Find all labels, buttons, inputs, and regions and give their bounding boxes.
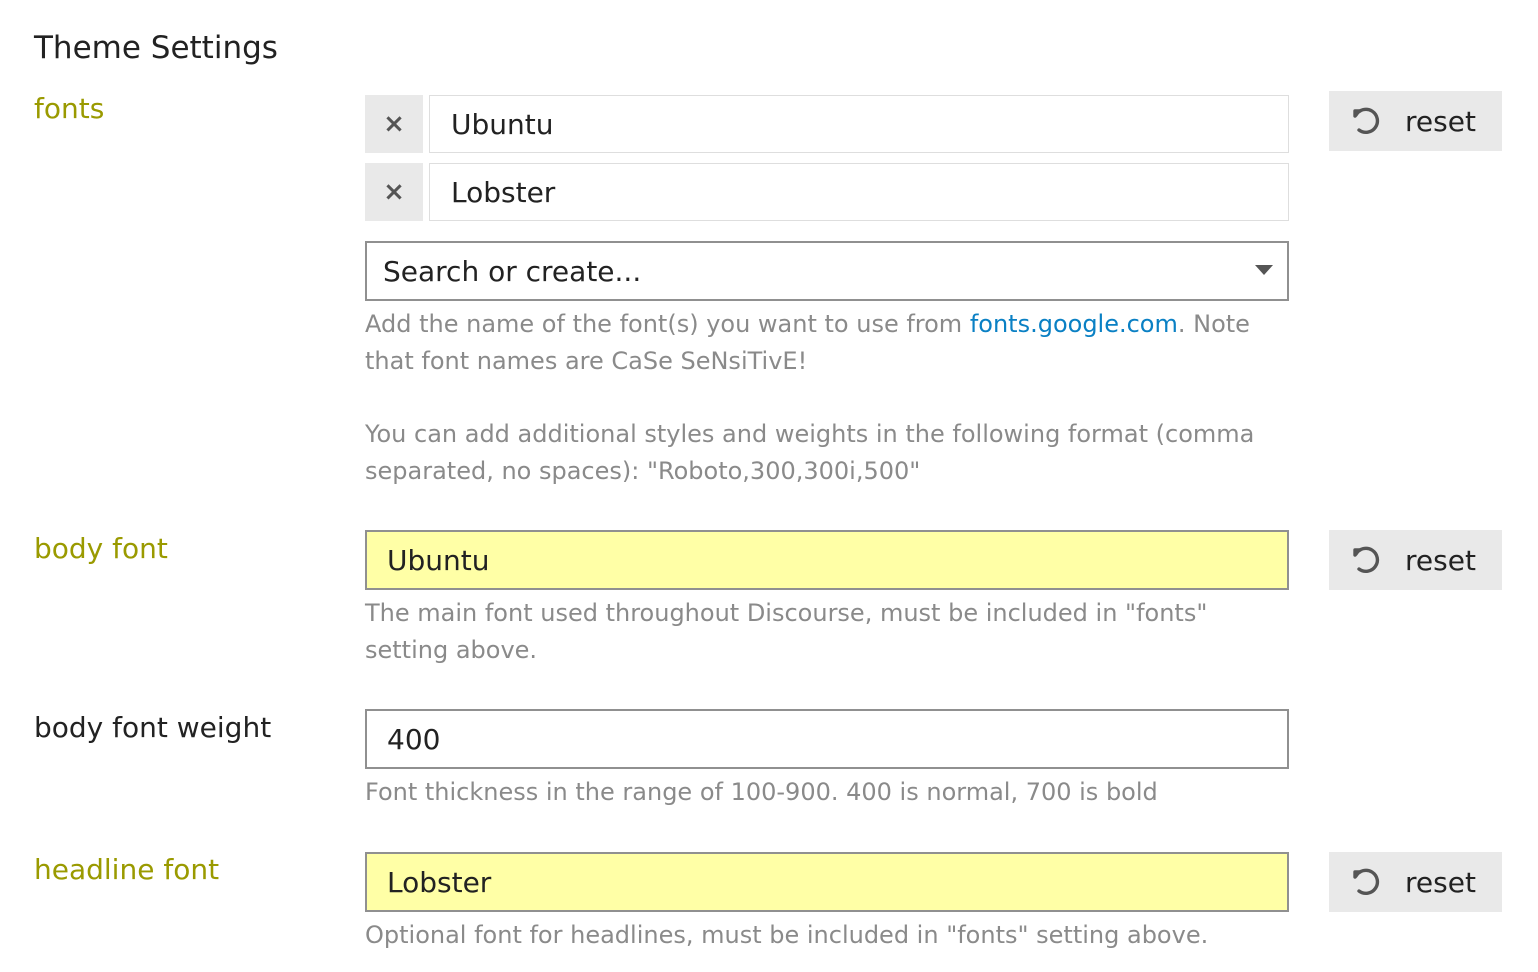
undo-icon bbox=[1351, 105, 1383, 137]
reset-body-font-button[interactable]: reset bbox=[1329, 530, 1502, 590]
undo-icon bbox=[1351, 544, 1383, 576]
setting-label-body-font: body font bbox=[34, 532, 168, 565]
setting-label-headline-font: headline font bbox=[34, 853, 220, 886]
remove-chip-lobster-button[interactable]: × bbox=[365, 163, 423, 221]
font-chip-ubuntu: × Ubuntu bbox=[365, 95, 1289, 153]
body-font-input[interactable] bbox=[365, 530, 1289, 590]
google-fonts-link[interactable]: fonts.google.com bbox=[970, 310, 1178, 338]
fonts-description: Add the name of the font(s) you want to … bbox=[365, 306, 1295, 490]
reset-label: reset bbox=[1405, 104, 1476, 138]
body-font-description: The main font used throughout Discourse,… bbox=[365, 599, 1208, 664]
headline-font-description: Optional font for headlines, must be inc… bbox=[365, 921, 1209, 949]
reset-headline-font-button[interactable]: reset bbox=[1329, 852, 1502, 912]
chip-value: Ubuntu bbox=[429, 95, 1289, 153]
close-icon: × bbox=[383, 109, 405, 139]
fonts-description-second: You can add additional styles and weight… bbox=[365, 420, 1255, 485]
caret-down-icon bbox=[1255, 265, 1273, 275]
page-title: Theme Settings bbox=[34, 30, 278, 66]
setting-label-fonts: fonts bbox=[34, 92, 105, 125]
setting-label-body-font-weight: body font weight bbox=[34, 711, 272, 744]
desc-text: Add the name of the font(s) you want to … bbox=[365, 310, 970, 338]
reset-label: reset bbox=[1405, 865, 1476, 899]
reset-label: reset bbox=[1405, 543, 1476, 577]
font-chip-lobster: × Lobster bbox=[365, 163, 1289, 221]
body-font-weight-input[interactable] bbox=[365, 709, 1289, 769]
combobox-placeholder: Search or create... bbox=[383, 254, 642, 288]
close-icon: × bbox=[383, 177, 405, 207]
font-search-combobox[interactable]: Search or create... bbox=[365, 241, 1289, 301]
chip-value: Lobster bbox=[429, 163, 1289, 221]
headline-font-input[interactable] bbox=[365, 852, 1289, 912]
undo-icon bbox=[1351, 866, 1383, 898]
fonts-description-first: Add the name of the font(s) you want to … bbox=[365, 306, 1295, 380]
body-font-weight-description: Font thickness in the range of 100-900. … bbox=[365, 778, 1158, 806]
remove-chip-ubuntu-button[interactable]: × bbox=[365, 95, 423, 153]
reset-fonts-button[interactable]: reset bbox=[1329, 91, 1502, 151]
